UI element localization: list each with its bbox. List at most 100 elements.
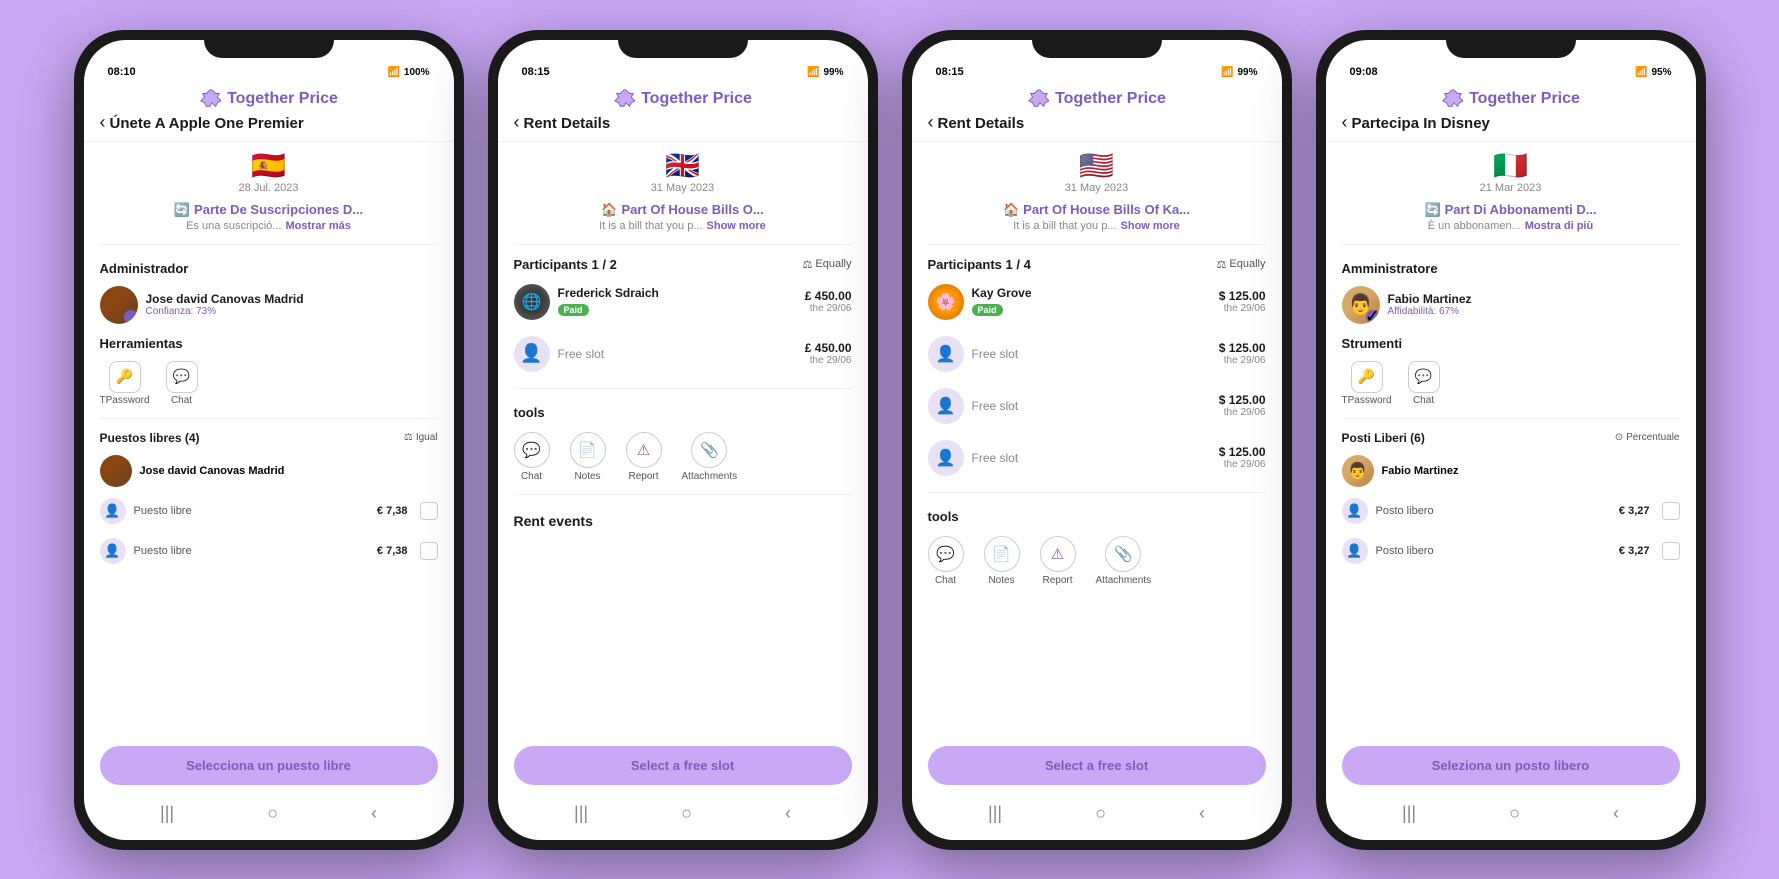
tpassword-icon-4: 🔑 (1351, 361, 1383, 393)
price-date-3-3: the 29/06 (1219, 407, 1266, 418)
attachments-tool-3[interactable]: 📎 Attachments (1096, 536, 1152, 586)
admin-avatar-1: 👨 ✓ (100, 286, 138, 324)
chat-tool-4[interactable]: 💬 Chat (1408, 361, 1440, 406)
select-btn-1[interactable]: Selecciona un puesto libre (100, 746, 438, 785)
wifi-icon-2: 📶 (807, 67, 819, 78)
admin-info-4: Fabio Martinez Affidabilità: 67% (1388, 292, 1472, 317)
puestos-header-4: Posti Liberi (6) ⊙ Percentuale (1342, 431, 1680, 445)
price-amount-3-4: $ 125.00 (1219, 445, 1266, 459)
admin-person-name-1: Jose david Canovas Madrid (140, 465, 285, 477)
back-button-4[interactable]: ‹ (1342, 112, 1348, 133)
price-date-2-2: the 29/06 (805, 355, 852, 366)
time-3: 08:15 (936, 66, 964, 78)
time-4: 09:08 (1350, 66, 1378, 78)
report-tool-3[interactable]: ⚠ Report (1040, 536, 1076, 586)
participant-price-3-4: $ 125.00 the 29/06 (1219, 445, 1266, 470)
flag-date-1: 🇪🇸 28 Jul. 2023 (100, 152, 438, 194)
bottom-home-1: ○ (267, 803, 278, 824)
select-btn-3[interactable]: Select a free slot (928, 746, 1266, 785)
price-amount-2-2: £ 450.00 (805, 341, 852, 355)
report-label-3: Report (1042, 575, 1072, 586)
participant-avatar-3-4: 👤 (928, 440, 964, 476)
page-title-1: Únete A Apple One Premier (110, 115, 304, 132)
date-2: 31 May 2023 (651, 182, 715, 194)
attachments-tool-2[interactable]: 📎 Attachments (682, 432, 738, 482)
admin-label-4: Amministratore (1342, 261, 1680, 276)
battery-4: 95% (1651, 67, 1671, 78)
tpassword-tool-4[interactable]: 🔑 TPassword (1342, 361, 1392, 406)
tpassword-label-4: TPassword (1342, 395, 1392, 406)
select-btn-4[interactable]: Seleziona un posto libero (1342, 746, 1680, 785)
notes-tool-2[interactable]: 📄 Notes (570, 432, 606, 482)
flag-2: 🇬🇧 (665, 152, 700, 180)
tools-icons-2: 💬 Chat 📄 Notes ⚠ Report 📎 Attachments (514, 432, 852, 482)
admin-row-1: 👨 ✓ Jose david Canovas Madrid Confianza:… (100, 286, 438, 324)
sub-icon-1: 🔄 (174, 202, 190, 218)
show-more-3[interactable]: Show more (1121, 220, 1180, 232)
sub-desc-3: It is a bill that you p... (1013, 220, 1116, 232)
chat-icon-4: 💬 (1408, 361, 1440, 393)
back-button-2[interactable]: ‹ (514, 112, 520, 133)
back-button-3[interactable]: ‹ (928, 112, 934, 133)
sub-title-3: 🏠 Part Of House Bills Of Ka... It is a b… (928, 202, 1266, 232)
sub-desc-2: It is a bill that you p... (599, 220, 702, 232)
admin-trust-4: Affidabilità: 67% (1388, 306, 1472, 317)
phone-4: 09:08 📶 95% Together Price ‹ Partecipa I… (1316, 30, 1706, 850)
chat-tool-2[interactable]: 💬 Chat (514, 432, 550, 482)
notch-1 (204, 30, 334, 58)
bottom-home-4: ○ (1509, 803, 1520, 824)
bottom-nav-1: ||| ○ ‹ (84, 795, 454, 840)
slot-checkbox-1-1[interactable] (420, 502, 438, 520)
participant-avatar-3-1: 🌸 (928, 284, 964, 320)
price-amount-3-1: $ 125.00 (1219, 289, 1266, 303)
slot-checkbox-1-2[interactable] (420, 542, 438, 560)
notes-tool-3[interactable]: 📄 Notes (984, 536, 1020, 586)
chat-tool-3[interactable]: 💬 Chat (928, 536, 964, 586)
show-more-1[interactable]: Mostrar más (285, 220, 350, 232)
notes-icon-3: 📄 (984, 536, 1020, 572)
date-4: 21 Mar 2023 (1480, 182, 1542, 194)
chat-label-2: Chat (521, 471, 542, 482)
sub-name-4: Part Di Abbonamenti D... (1445, 202, 1597, 217)
participant-avatar-3-2: 👤 (928, 336, 964, 372)
flag-1: 🇪🇸 (251, 152, 286, 180)
tools-label-4: Strumenti (1342, 336, 1680, 351)
select-btn-2[interactable]: Select a free slot (514, 746, 852, 785)
app-title-2: Together Price (641, 90, 752, 108)
split-type-1: ⚖ Igual (404, 432, 438, 443)
show-more-4[interactable]: Mostra di più (1525, 220, 1593, 232)
slot-checkbox-4-1[interactable] (1662, 502, 1680, 520)
puesto-icon-4-1: 👤 (1342, 498, 1368, 524)
phone-2: 08:15 📶 99% Together Price ‹ Rent Detail… (488, 30, 878, 850)
app-header-2: Together Price ‹ Rent Details (498, 84, 868, 142)
notes-label-2: Notes (574, 471, 600, 482)
flag-3: 🇺🇸 (1079, 152, 1114, 180)
tpassword-tool-1[interactable]: 🔑 TPassword (100, 361, 150, 406)
puesto-icon-1-1: 👤 (100, 498, 126, 524)
puesto-name-1-2: Puesto libre (134, 545, 369, 557)
puesto-row-1-2: 👤 Puesto libre € 7,38 (100, 535, 438, 567)
paid-badge-2-1: Paid (558, 304, 589, 316)
report-tool-2[interactable]: ⚠ Report (626, 432, 662, 482)
participant-row-2-1: 🌐 Frederick Sdraich Paid £ 450.00 the 29… (514, 280, 852, 324)
notch-4 (1446, 30, 1576, 58)
sub-desc-1: Es una suscripció... (186, 220, 281, 232)
chat-tool-1[interactable]: 💬 Chat (166, 361, 198, 406)
paid-badge-3-1: Paid (972, 304, 1003, 316)
bottom-back-4: ‹ (1613, 803, 1619, 824)
sub-name-3: Part Of House Bills Of Ka... (1023, 202, 1190, 217)
participant-row-3-2: 👤 Free slot $ 125.00 the 29/06 (928, 332, 1266, 376)
page-title-3: Rent Details (938, 115, 1025, 132)
slot-checkbox-4-2[interactable] (1662, 542, 1680, 560)
bottom-menu-4: ||| (1402, 803, 1416, 824)
admin-info-1: Jose david Canovas Madrid Confianza: 73% (146, 292, 304, 317)
app-header-3: Together Price ‹ Rent Details (912, 84, 1282, 142)
puesto-price-4-1: € 3,27 (1619, 505, 1650, 517)
show-more-2[interactable]: Show more (707, 220, 766, 232)
page-title-2: Rent Details (524, 115, 611, 132)
back-button-1[interactable]: ‹ (100, 112, 106, 133)
puestos-label-1: Puestos libres (4) (100, 431, 200, 445)
puesto-name-1-1: Puesto libre (134, 505, 369, 517)
participant-info-2-1: Frederick Sdraich Paid (558, 286, 797, 318)
price-date-2-1: the 29/06 (805, 303, 852, 314)
